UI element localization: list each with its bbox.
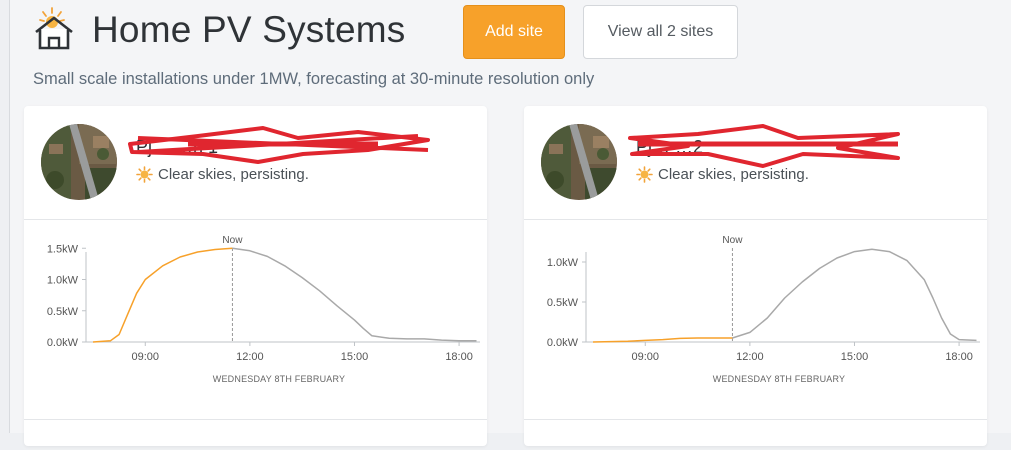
x-tick-label: 12:00 bbox=[736, 351, 764, 363]
site-card[interactable]: Pj… …h 1 Clear skies, persisting. 0.0kW … bbox=[24, 106, 487, 446]
forecast-series-line bbox=[232, 247, 477, 342]
site-card-footer bbox=[24, 419, 487, 450]
actual-series-line bbox=[592, 337, 733, 343]
x-tick-label: 09:00 bbox=[132, 351, 160, 363]
x-tick-label: 18:00 bbox=[945, 351, 973, 363]
weather-status: Clear skies, persisting. bbox=[636, 166, 809, 183]
view-all-sites-button[interactable]: View all 2 sites bbox=[583, 5, 738, 59]
now-label: Now bbox=[722, 235, 743, 246]
y-tick-label: 0.5kW bbox=[547, 297, 579, 309]
main-page: Home PV Systems Add site View all 2 site… bbox=[9, 0, 1011, 446]
weather-text: Clear skies, persisting. bbox=[158, 166, 309, 183]
actual-series-line bbox=[92, 247, 233, 343]
y-tick-label: 0.0kW bbox=[547, 337, 579, 349]
forecast-chart[interactable]: 0.0kW 0.5kW 1.0kW 1.5kW 09:00 12:00 15:00 18:00… bbox=[24, 220, 487, 408]
site-card-footer bbox=[524, 419, 987, 450]
page-title: Home PV Systems bbox=[92, 9, 406, 50]
weather-text: Clear skies, persisting. bbox=[658, 166, 809, 183]
redaction-mark bbox=[628, 124, 900, 168]
site-card-header: Pj… …h 1 Clear skies, persisting. bbox=[24, 106, 487, 220]
x-tick-label: 15:00 bbox=[341, 351, 369, 363]
add-site-button[interactable]: Add site bbox=[463, 5, 565, 59]
x-axis-title: WEDNESDAY 8TH FEBRUARY bbox=[213, 374, 345, 384]
sun-icon bbox=[136, 166, 153, 183]
x-axis-title: WEDNESDAY 8TH FEBRUARY bbox=[713, 374, 845, 384]
y-tick-label: 1.5kW bbox=[47, 243, 79, 255]
forecast-chart[interactable]: 0.0kW 0.5kW 1.0kW 09:00 12:00 15:00 18:00 WEDNE… bbox=[524, 220, 987, 408]
site-card-header: Pj… …2 Clear skies, persisting. bbox=[524, 106, 987, 220]
forecast-series-line bbox=[732, 248, 977, 342]
now-label: Now bbox=[222, 235, 243, 246]
site-card[interactable]: Pj… …2 Clear skies, persisting. 0.0kW 0.… bbox=[524, 106, 987, 446]
redaction-mark bbox=[128, 126, 430, 164]
x-tick-label: 09:00 bbox=[632, 351, 660, 363]
house-sun-icon bbox=[35, 7, 73, 50]
sun-icon bbox=[636, 166, 653, 183]
x-tick-label: 15:00 bbox=[841, 351, 869, 363]
site-thumbnail[interactable] bbox=[541, 124, 617, 200]
weather-status: Clear skies, persisting. bbox=[136, 166, 309, 183]
x-tick-label: 18:00 bbox=[445, 351, 473, 363]
y-tick-label: 0.5kW bbox=[47, 306, 79, 318]
site-thumbnail[interactable] bbox=[41, 124, 117, 200]
y-tick-label: 1.0kW bbox=[47, 275, 79, 287]
x-tick-label: 12:00 bbox=[236, 351, 264, 363]
page-subtitle: Small scale installations under 1MW, for… bbox=[33, 70, 595, 88]
page-header: Home PV Systems Add site View all 2 site… bbox=[32, 4, 1002, 64]
y-tick-label: 1.0kW bbox=[547, 257, 579, 269]
y-tick-label: 0.0kW bbox=[47, 337, 79, 349]
